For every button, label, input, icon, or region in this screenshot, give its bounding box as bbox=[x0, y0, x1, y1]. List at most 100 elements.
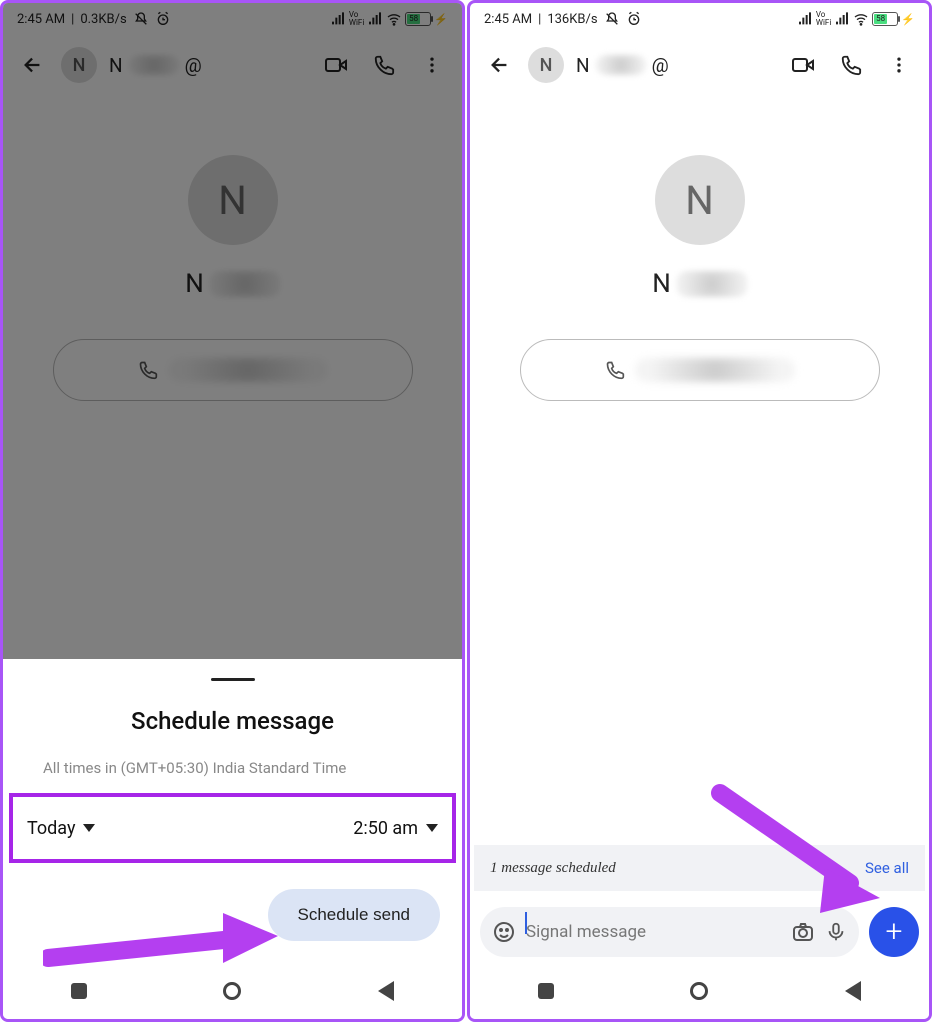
message-input[interactable]: Signal message bbox=[480, 907, 859, 957]
statusbar: 2:45 AM | 136KB/s VoWiFi 58 ⚡ bbox=[470, 3, 929, 35]
back-system-button[interactable] bbox=[845, 981, 861, 1001]
at-symbol: @ bbox=[185, 54, 202, 77]
battery-icon: 58 bbox=[872, 12, 898, 26]
status-time: 2:45 AM bbox=[17, 12, 65, 27]
date-picker[interactable]: Today bbox=[27, 818, 95, 839]
mute-icon bbox=[604, 11, 620, 27]
status-sep: | bbox=[538, 12, 541, 27]
home-button[interactable] bbox=[223, 982, 241, 1000]
screenshot-left: 2:45 AM | 0.3KB/s VoWiFi 58 ⚡ N N @ bbox=[0, 0, 465, 1022]
status-net: 0.3KB/s bbox=[80, 12, 126, 27]
time-value: 2:50 am bbox=[353, 818, 418, 839]
contact-avatar-large[interactable]: N bbox=[188, 155, 278, 245]
blurred-name-large bbox=[677, 271, 747, 297]
schedule-send-button[interactable]: Schedule send bbox=[268, 889, 440, 941]
camera-icon[interactable] bbox=[791, 920, 815, 944]
video-icon bbox=[791, 53, 815, 77]
contact-profile: N N bbox=[3, 95, 462, 401]
schedule-message-sheet: Schedule message All times in (GMT+05:30… bbox=[3, 664, 462, 964]
chevron-down-icon bbox=[426, 824, 438, 832]
mic-icon[interactable] bbox=[825, 921, 847, 943]
signal-icon-2 bbox=[367, 11, 383, 27]
system-navbar bbox=[3, 963, 462, 1019]
phone-icon bbox=[840, 54, 862, 76]
date-value: Today bbox=[27, 818, 75, 839]
chevron-down-icon bbox=[83, 824, 95, 832]
more-vert-icon bbox=[889, 55, 909, 75]
phone-number-pill[interactable] bbox=[520, 339, 880, 401]
vowifi-icon: VoWiFi bbox=[349, 11, 364, 27]
drag-handle[interactable] bbox=[211, 678, 255, 681]
plus-icon: + bbox=[886, 917, 903, 947]
status-time: 2:45 AM bbox=[484, 12, 532, 27]
emoji-icon[interactable] bbox=[492, 920, 516, 944]
contact-profile: N N bbox=[470, 95, 929, 401]
contact-avatar-large[interactable]: N bbox=[655, 155, 745, 245]
text-cursor bbox=[525, 912, 527, 934]
contact-name: N bbox=[652, 269, 747, 299]
blurred-phone bbox=[635, 358, 795, 382]
blurred-phone bbox=[168, 358, 328, 382]
charging-icon: ⚡ bbox=[434, 13, 448, 26]
alarm-icon bbox=[626, 11, 642, 27]
phone-number-pill[interactable] bbox=[53, 339, 413, 401]
chat-appbar: N N @ bbox=[470, 35, 929, 95]
contact-avatar-small[interactable]: N bbox=[61, 47, 97, 83]
phone-icon bbox=[605, 360, 625, 380]
blurred-name bbox=[596, 55, 646, 75]
recent-apps-button[interactable] bbox=[538, 983, 554, 999]
arrow-left-icon bbox=[22, 54, 44, 76]
datetime-picker-row: Today 2:50 am bbox=[9, 793, 456, 863]
voice-call-button[interactable] bbox=[364, 45, 404, 85]
status-net: 136KB/s bbox=[547, 12, 597, 27]
arrow-left-icon bbox=[489, 54, 511, 76]
more-vert-icon bbox=[422, 55, 442, 75]
add-attachment-button[interactable]: + bbox=[869, 907, 919, 957]
system-navbar bbox=[470, 963, 929, 1019]
input-placeholder: Signal message bbox=[526, 922, 781, 942]
contact-title[interactable]: N @ bbox=[572, 54, 775, 77]
more-button[interactable] bbox=[412, 45, 452, 85]
chat-appbar: N N @ bbox=[3, 35, 462, 95]
wifi-icon bbox=[386, 11, 402, 27]
signal-icon bbox=[330, 11, 346, 27]
video-icon bbox=[324, 53, 348, 77]
home-button[interactable] bbox=[690, 982, 708, 1000]
timezone-note: All times in (GMT+05:30) India Standard … bbox=[3, 757, 462, 780]
more-button[interactable] bbox=[879, 45, 919, 85]
blurred-name bbox=[129, 55, 179, 75]
back-system-button[interactable] bbox=[378, 981, 394, 1001]
video-call-button[interactable] bbox=[783, 45, 823, 85]
at-symbol: @ bbox=[652, 54, 669, 77]
battery-icon: 58 bbox=[405, 12, 431, 26]
signal-icon bbox=[797, 11, 813, 27]
phone-icon bbox=[138, 360, 158, 380]
contact-avatar-small[interactable]: N bbox=[528, 47, 564, 83]
contact-initial: N bbox=[576, 54, 590, 77]
mute-icon bbox=[133, 11, 149, 27]
charging-icon: ⚡ bbox=[901, 13, 915, 26]
contact-name: N bbox=[185, 269, 280, 299]
phone-icon bbox=[373, 54, 395, 76]
time-picker[interactable]: 2:50 am bbox=[353, 818, 438, 839]
scheduled-count: 1 message scheduled bbox=[490, 860, 616, 877]
screenshot-right: 2:45 AM | 136KB/s VoWiFi 58 ⚡ N N @ bbox=[467, 0, 932, 1022]
wifi-icon bbox=[853, 11, 869, 27]
statusbar: 2:45 AM | 0.3KB/s VoWiFi 58 ⚡ bbox=[3, 3, 462, 35]
signal-icon-2 bbox=[834, 11, 850, 27]
sheet-title: Schedule message bbox=[3, 707, 462, 735]
back-button[interactable] bbox=[480, 45, 520, 85]
back-button[interactable] bbox=[13, 45, 53, 85]
vowifi-icon: VoWiFi bbox=[816, 11, 831, 27]
scheduled-banner[interactable]: 1 message scheduled See all bbox=[474, 845, 925, 891]
blurred-name-large bbox=[210, 271, 280, 297]
recent-apps-button[interactable] bbox=[71, 983, 87, 999]
video-call-button[interactable] bbox=[316, 45, 356, 85]
message-composer: Signal message + bbox=[480, 907, 919, 957]
status-sep: | bbox=[71, 12, 74, 27]
contact-initial: N bbox=[109, 54, 123, 77]
contact-title[interactable]: N @ bbox=[105, 54, 308, 77]
see-all-link[interactable]: See all bbox=[865, 859, 909, 877]
alarm-icon bbox=[155, 11, 171, 27]
voice-call-button[interactable] bbox=[831, 45, 871, 85]
